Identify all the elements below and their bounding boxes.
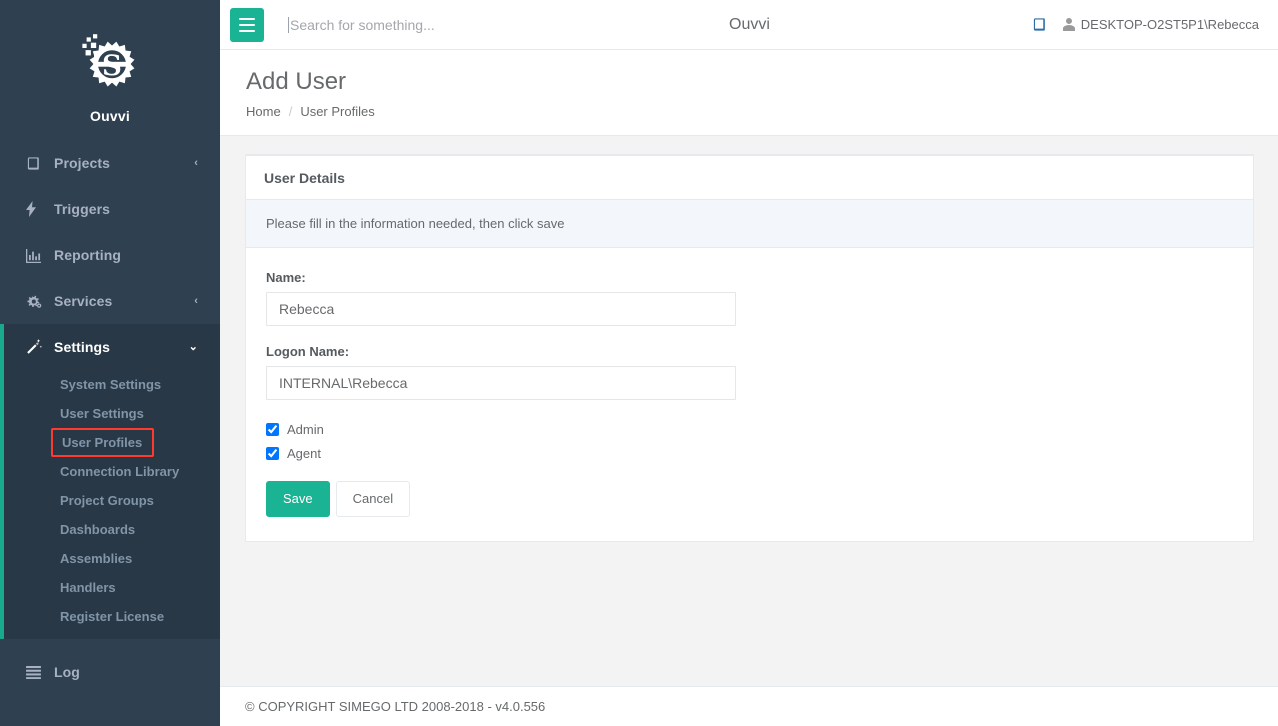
chevron-left-icon: ‹	[194, 294, 198, 307]
sidebar-subitem-assemblies[interactable]: Assemblies	[4, 544, 220, 573]
user-details-card: User Details Please fill in the informat…	[245, 153, 1254, 542]
card-title: User Details	[264, 169, 345, 186]
brand[interactable]: S Ouvvi	[0, 0, 220, 140]
main-area: Ouvvi DESKTOP-O2ST5P1\Rebecca Add User H…	[220, 0, 1278, 726]
sidebar-subitem-dashboards[interactable]: Dashboards	[4, 515, 220, 544]
sidebar-subitem-label[interactable]: Register License	[4, 602, 220, 631]
breadcrumb-separator: /	[288, 103, 293, 119]
sidebar-item-services[interactable]: Services ‹	[0, 278, 220, 324]
sidebar-subitem-project-groups[interactable]: Project Groups	[4, 486, 220, 515]
sidebar-subitem-label[interactable]: Handlers	[4, 573, 220, 602]
topbar: Ouvvi DESKTOP-O2ST5P1\Rebecca	[220, 0, 1278, 50]
card-body: Name: Logon Name: Admin	[246, 248, 1253, 541]
cancel-button[interactable]: Cancel	[335, 480, 411, 517]
search-input[interactable]	[290, 16, 620, 33]
sidebar-item-label: Log	[54, 664, 80, 680]
sidebar-item-reporting[interactable]: Reporting	[0, 232, 220, 278]
name-input[interactable]	[266, 291, 736, 326]
breadcrumb-current: User Profiles	[300, 103, 375, 119]
user-menu[interactable]: DESKTOP-O2ST5P1\Rebecca	[1062, 17, 1259, 32]
gears-icon	[26, 294, 44, 309]
brand-name: Ouvvi	[90, 107, 130, 124]
svg-text:S: S	[102, 49, 122, 82]
hamburger-icon[interactable]	[230, 7, 264, 42]
bar-chart-icon	[26, 248, 44, 263]
sidebar-subitem-label[interactable]: Assemblies	[4, 544, 220, 573]
user-name: DESKTOP-O2ST5P1\Rebecca	[1080, 17, 1259, 32]
topbar-right: DESKTOP-O2ST5P1\Rebecca	[1032, 17, 1259, 32]
breadcrumb: Home / User Profiles	[246, 104, 1278, 119]
page-title: Add User	[246, 68, 347, 95]
sidebar-item-projects[interactable]: Projects ‹	[0, 140, 220, 186]
sidebar-item-label: Reporting	[54, 247, 122, 263]
sidebar-subitem-handlers[interactable]: Handlers	[4, 573, 220, 602]
breadcrumb-home[interactable]: Home	[246, 104, 281, 119]
save-button[interactable]: Save	[266, 480, 330, 517]
sidebar-nav: Projects ‹ Triggers Reporting Services ‹…	[0, 140, 220, 695]
settings-submenu: System Settings User Settings User Profi…	[4, 370, 220, 639]
content-area: User Details Please fill in the informat…	[220, 136, 1278, 686]
sidebar-subitem-register-license[interactable]: Register License	[4, 602, 220, 631]
sidebar-subitem-label[interactable]: System Settings	[4, 370, 220, 399]
info-message: Please fill in the information needed, t…	[246, 199, 1253, 248]
footer: © COPYRIGHT SIMEGO LTD 2008-2018 - v4.0.…	[220, 686, 1278, 726]
sidebar-item-label: Triggers	[54, 201, 111, 217]
sidebar: S Ouvvi Projects ‹ Triggers Reporting Se…	[0, 0, 220, 726]
logon-name-input[interactable]	[266, 365, 736, 400]
logon-name-label: Logon Name:	[266, 343, 350, 359]
sidebar-subitem-system-settings[interactable]: System Settings	[4, 370, 220, 399]
copyright-text: © COPYRIGHT SIMEGO LTD 2008-2018 - v4.0.…	[245, 699, 546, 714]
magic-wand-icon	[26, 339, 44, 355]
name-label: Name:	[266, 269, 306, 285]
sidebar-item-log[interactable]: Log	[0, 649, 220, 695]
sidebar-item-label: Projects	[54, 155, 111, 171]
sidebar-subitem-label[interactable]: Dashboards	[4, 515, 220, 544]
chevron-left-icon: ‹	[194, 156, 198, 169]
sidebar-item-label: Services	[54, 293, 113, 309]
name-field-group: Name:	[266, 270, 1233, 326]
search-container	[264, 16, 1032, 33]
role-checkboxes: Admin Agent	[266, 422, 1233, 461]
app-root: S Ouvvi Projects ‹ Triggers Reporting Se…	[0, 0, 1278, 726]
admin-checkbox[interactable]	[266, 422, 279, 436]
page-header: Add User Home / User Profiles	[220, 50, 1278, 136]
sidebar-item-triggers[interactable]: Triggers	[0, 186, 220, 232]
gear-s-logo-icon: S	[76, 31, 144, 99]
admin-checkbox-row[interactable]: Admin	[266, 422, 1233, 437]
card-header: User Details	[246, 156, 1253, 200]
agent-checkbox[interactable]	[266, 446, 279, 460]
logon-name-field-group: Logon Name:	[266, 344, 1233, 400]
user-icon	[1062, 18, 1075, 31]
book-icon[interactable]	[1032, 17, 1047, 32]
book-icon	[26, 156, 44, 171]
agent-checkbox-row[interactable]: Agent	[266, 446, 1233, 461]
sidebar-subitem-label[interactable]: Connection Library	[4, 457, 220, 486]
form-actions: Save Cancel	[266, 480, 1233, 517]
sidebar-item-label: Settings	[54, 339, 111, 355]
sidebar-subitem-connection-library[interactable]: Connection Library	[4, 457, 220, 486]
sidebar-subitem-label[interactable]: Project Groups	[4, 486, 220, 515]
sidebar-subitem-label[interactable]: User Profiles	[51, 428, 155, 457]
admin-checkbox-label: Admin	[287, 421, 324, 437]
sidebar-subitem-user-profiles[interactable]: User Profiles	[4, 428, 220, 457]
sidebar-subitem-user-settings[interactable]: User Settings	[4, 399, 220, 428]
agent-checkbox-label: Agent	[287, 445, 321, 461]
chevron-down-icon: ⌄	[188, 340, 198, 353]
text-cursor	[288, 16, 289, 33]
list-icon	[26, 665, 44, 679]
sidebar-subitem-label[interactable]: User Settings	[4, 399, 220, 428]
sidebar-item-settings[interactable]: Settings ⌄ System Settings User Settings…	[0, 324, 220, 639]
bolt-icon	[26, 201, 44, 217]
